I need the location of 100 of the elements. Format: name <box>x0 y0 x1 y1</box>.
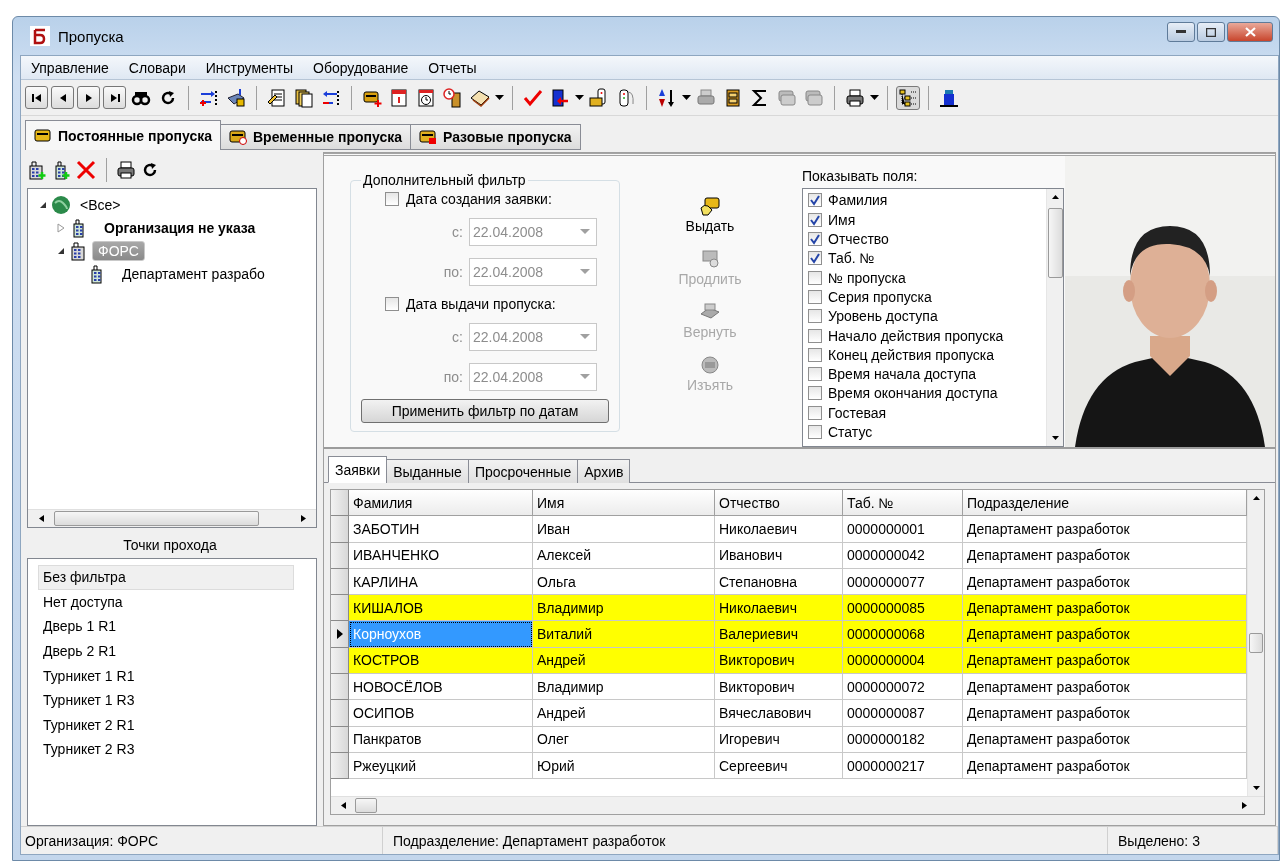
caret-icon[interactable] <box>495 94 504 101</box>
navigation-button[interactable] <box>25 86 48 109</box>
check-icon[interactable] <box>523 87 543 108</box>
printer-icon[interactable] <box>845 87 865 108</box>
row-marker[interactable] <box>331 726 349 753</box>
scroll-left-icon[interactable] <box>36 514 46 523</box>
first-record-icon <box>30 91 43 104</box>
scrollbar-thumb[interactable] <box>355 798 377 813</box>
menu-item[interactable]: Отчеты <box>418 59 487 76</box>
calendar-icon[interactable] <box>389 87 409 108</box>
row-marker[interactable] <box>331 700 349 727</box>
scroll-right-icon[interactable] <box>1239 801 1249 810</box>
menu-item[interactable]: Инструменты <box>195 59 304 76</box>
checkbox[interactable] <box>808 425 822 439</box>
table-cell: Департамент разработок <box>963 647 1247 675</box>
tree-view-icon[interactable] <box>898 87 918 108</box>
scrollbar-thumb[interactable] <box>1048 207 1063 278</box>
checkbox[interactable] <box>808 367 822 382</box>
row-marker[interactable] <box>331 542 349 569</box>
card-icon <box>229 129 247 145</box>
checkbox[interactable] <box>808 309 822 324</box>
scroll-right-icon[interactable] <box>298 514 308 523</box>
checkbox[interactable] <box>808 212 822 227</box>
checkbox[interactable] <box>808 386 822 401</box>
tab[interactable]: Заявки <box>328 456 388 483</box>
scroll-up-icon[interactable] <box>1050 192 1060 202</box>
caret-icon[interactable] <box>870 94 879 101</box>
calendar-clock-icon[interactable] <box>416 87 436 108</box>
list-item[interactable]: Нет доступа <box>38 589 306 615</box>
reader-icon[interactable] <box>616 87 636 108</box>
column-header[interactable]: Имя <box>533 490 715 517</box>
row-marker[interactable] <box>331 674 349 701</box>
row-marker[interactable] <box>331 621 349 648</box>
tab[interactable]: Постоянные пропуска <box>25 120 221 150</box>
list-item[interactable]: Без фильтра <box>38 565 294 590</box>
checkbox[interactable] <box>808 270 822 285</box>
checkbox[interactable] <box>808 347 822 362</box>
scroll-down-icon[interactable] <box>1251 783 1261 792</box>
row-marker[interactable] <box>331 568 349 596</box>
column-header[interactable]: Подразделение <box>963 490 1247 517</box>
checkbox[interactable] <box>808 232 822 246</box>
cabinet-icon[interactable] <box>723 87 743 108</box>
printer-icon[interactable] <box>116 160 136 180</box>
checkbox[interactable] <box>808 193 822 208</box>
sort-icon[interactable] <box>657 87 677 108</box>
checkbox[interactable] <box>808 289 822 304</box>
clock-door-icon[interactable] <box>443 87 463 108</box>
menu-item[interactable]: Управление <box>21 59 119 76</box>
list-item[interactable]: Дверь 2 R1 <box>38 638 306 664</box>
menu-item[interactable]: Словари <box>118 59 196 76</box>
app-logo-icon <box>30 26 50 46</box>
menu-item[interactable]: Оборудование <box>303 59 419 76</box>
navigation-button[interactable] <box>77 86 100 109</box>
document-icon[interactable] <box>267 87 287 108</box>
list-item[interactable]: Турникет 2 R1 <box>38 712 306 738</box>
window-title: Пропуска <box>58 27 124 45</box>
scrollbar-thumb[interactable] <box>54 511 259 526</box>
tree-item[interactable]: Организация не указа <box>98 217 262 238</box>
building-add-icon[interactable] <box>27 160 47 180</box>
tree-item[interactable]: <Все> <box>74 194 127 215</box>
documents-icon[interactable] <box>294 87 314 108</box>
card-reader-icon[interactable] <box>589 87 609 108</box>
person-exit-icon[interactable] <box>939 87 959 108</box>
tab[interactable]: Разовые пропуска <box>410 124 581 150</box>
row-marker[interactable] <box>331 516 349 543</box>
navigation-button[interactable] <box>51 86 74 109</box>
action-button[interactable]: Выдать <box>685 196 735 249</box>
tab[interactable]: Выданные <box>386 459 469 483</box>
checkbox[interactable] <box>808 328 822 343</box>
checkbox[interactable] <box>385 297 399 312</box>
tab[interactable]: Архив <box>577 459 631 483</box>
column-header[interactable]: Таб. № <box>843 490 963 517</box>
row-marker[interactable] <box>331 595 349 622</box>
checkbox[interactable] <box>385 191 399 206</box>
caret-icon[interactable] <box>682 94 691 101</box>
list-item[interactable]: Турникет 1 R3 <box>38 687 306 713</box>
tree-item[interactable]: Департамент разрабо <box>116 263 271 284</box>
list-item[interactable]: Дверь 1 R1 <box>38 614 306 639</box>
scroll-down-icon[interactable] <box>1050 433 1060 442</box>
column-header[interactable]: Фамилия <box>349 490 533 517</box>
minimize-button[interactable] <box>1167 22 1195 42</box>
row-marker[interactable] <box>331 752 349 780</box>
scroll-up-icon[interactable] <box>1251 494 1261 503</box>
door-icon[interactable] <box>550 87 570 108</box>
apply-filter-button[interactable]: Применить фильтр по датам <box>361 399 609 423</box>
tab[interactable]: Просроченные <box>467 459 579 483</box>
caret-icon[interactable] <box>575 94 584 101</box>
checkbox[interactable] <box>808 251 822 266</box>
navigation-button[interactable] <box>103 86 126 109</box>
scrollbar-thumb[interactable] <box>1249 633 1263 653</box>
scroll-left-icon[interactable] <box>338 801 348 810</box>
row-marker[interactable] <box>331 647 349 675</box>
close-button[interactable] <box>1227 22 1273 42</box>
list-item[interactable]: Турникет 1 R1 <box>38 663 306 688</box>
checkbox[interactable] <box>808 405 822 420</box>
column-header[interactable]: Отчество <box>715 490 843 517</box>
list-item[interactable]: Турникет 2 R3 <box>38 737 306 762</box>
delete-icon[interactable] <box>75 159 97 181</box>
maximize-button[interactable] <box>1197 22 1225 42</box>
tab[interactable]: Временные пропуска <box>220 124 411 150</box>
